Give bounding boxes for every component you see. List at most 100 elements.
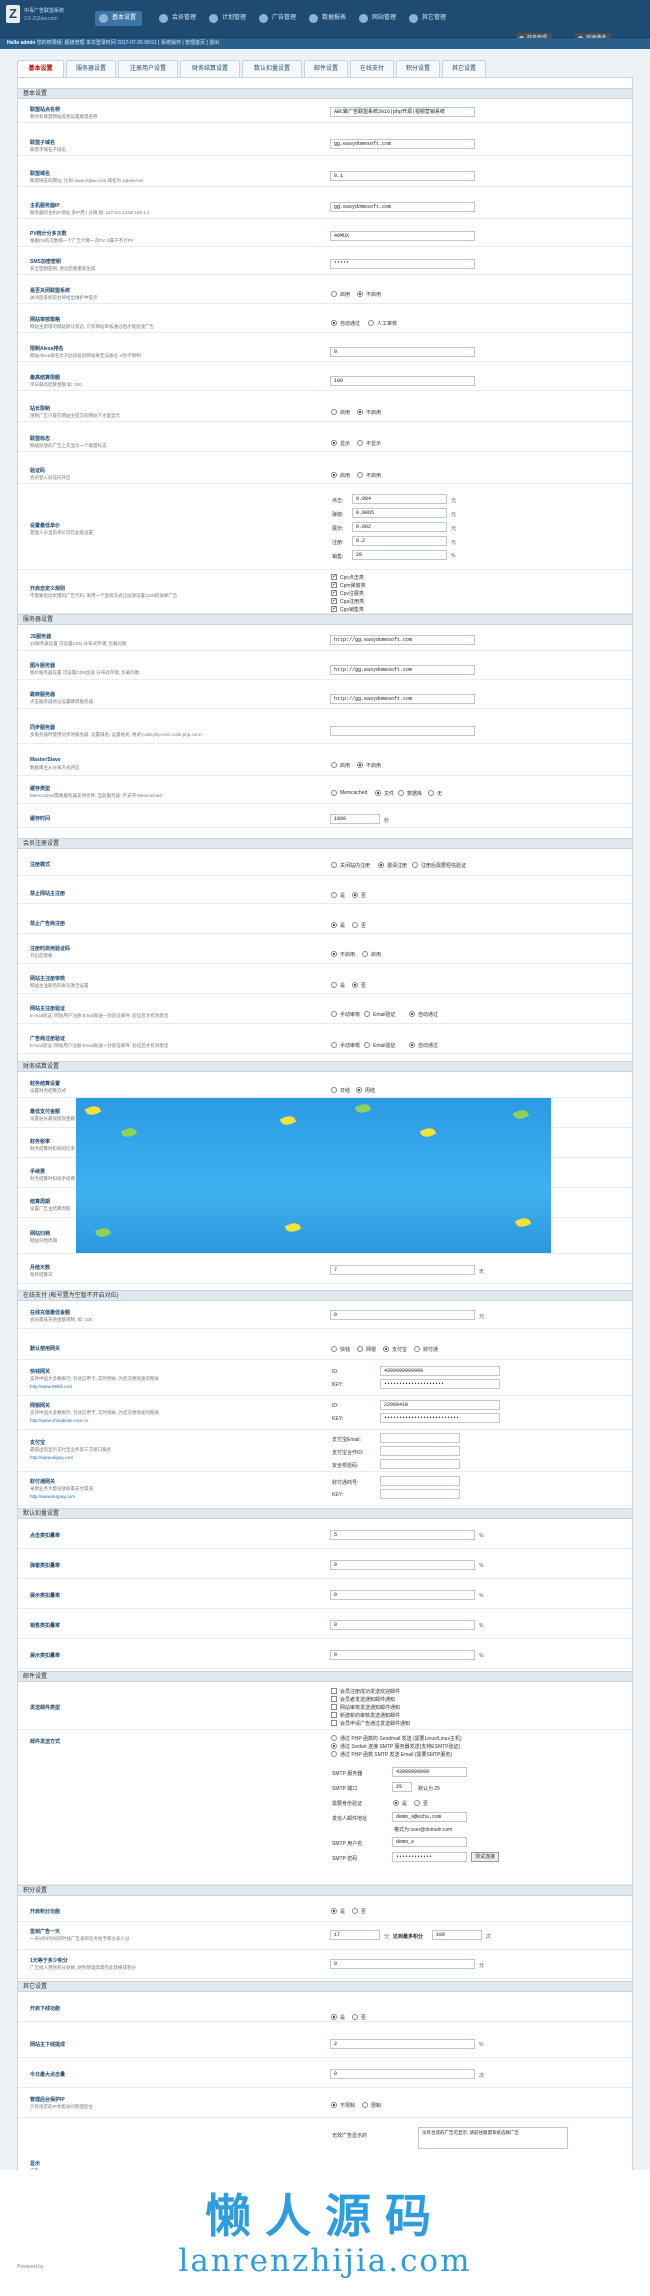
adtype-cpm-checkbox[interactable] — [331, 581, 337, 588]
verify-code-enable-radio[interactable] — [331, 472, 337, 478]
gw-alipay-partner-input[interactable] — [380, 1446, 460, 1456]
site-name-input[interactable]: ABC聚广告联盟系统2016|php开源|视频营销系统 — [330, 107, 475, 117]
tab-deduct[interactable]: 数认扣量设置 — [242, 60, 302, 77]
settle-weekly-radio[interactable] — [356, 1087, 362, 1093]
cache-file-radio[interactable] — [375, 790, 381, 796]
points-yes-radio[interactable] — [331, 1908, 337, 1914]
mail-site-audit-checkbox[interactable] — [331, 1704, 337, 1710]
ssl-key-input[interactable]: ***** — [330, 259, 475, 269]
badge-hide-radio[interactable] — [357, 440, 363, 446]
tab-finance[interactable]: 财务结算设置 — [180, 60, 240, 77]
cache-time-input[interactable]: 1800 — [330, 814, 380, 824]
server-ip-input[interactable]: gg.easydomesoft.com — [330, 202, 475, 212]
settle-daily-radio[interactable] — [331, 1087, 337, 1093]
gw-99bill-radio[interactable] — [331, 1346, 337, 1352]
gw-chinabank-radio[interactable] — [357, 1346, 363, 1352]
domain-input[interactable]: 0.1 — [330, 171, 475, 181]
gw-chinabank-link[interactable]: http://www.chinabank.com.cn — [30, 1418, 88, 1423]
tab-server[interactable]: 服务器设置 — [66, 60, 116, 77]
site-audit-auto-radio[interactable] — [331, 320, 337, 326]
gw-tenpay-key-input[interactable] — [380, 1489, 460, 1499]
pv-input[interactable]: 40MUX — [330, 231, 475, 241]
adv-verify-manual-radio[interactable] — [331, 1042, 337, 1048]
verify-code-disable-radio[interactable] — [357, 472, 363, 478]
mail-ad-apply-checkbox[interactable] — [331, 1720, 337, 1726]
ad-check-disable-radio[interactable] — [357, 409, 363, 415]
cache-none-radio[interactable] — [428, 790, 434, 796]
tab-points[interactable]: 积分设置 — [396, 60, 440, 77]
adtype-cpa-checkbox[interactable] — [331, 597, 337, 604]
gw-alipay-radio[interactable] — [383, 1346, 389, 1352]
nav-basic-settings[interactable]: 基本设置 — [95, 11, 143, 26]
site-close-enable-radio[interactable] — [331, 291, 337, 297]
price-popup-input[interactable]: 0.0065 — [352, 508, 447, 518]
price-sale-input[interactable]: 20 — [352, 550, 447, 560]
gw-tenpay-link[interactable]: http://www.tenpay.com — [30, 1494, 75, 1499]
site-verify-email-radio[interactable] — [364, 1011, 370, 1017]
gw-chinabank-id-input[interactable]: 22060418 — [380, 1400, 500, 1410]
price-register-input[interactable]: 0.2 — [352, 536, 447, 546]
tab-register[interactable]: 注册用户设置 — [118, 60, 178, 77]
gw-alipay-email-input[interactable] — [380, 1433, 460, 1443]
reg-invite-radio[interactable] — [378, 862, 384, 868]
downline-no-radio[interactable] — [352, 2014, 358, 2020]
nav-members[interactable]: 会员管理 — [155, 11, 202, 26]
site-audit-manual-radio[interactable] — [368, 320, 374, 326]
points-no-radio[interactable] — [352, 1908, 358, 1914]
admin-ip-on-radio[interactable] — [362, 2102, 368, 2108]
ad-banner-overlay[interactable] — [76, 1098, 551, 1253]
mail-welcome-checkbox[interactable] — [331, 1688, 337, 1694]
nav-other[interactable]: 其它管理 — [405, 11, 452, 26]
click-server-input[interactable]: http://gg.easydomesoft.com — [330, 694, 475, 704]
gw-99bill-id-input[interactable]: 4399999999999 — [380, 1366, 500, 1376]
min-recharge-input[interactable]: 0 — [330, 1310, 475, 1320]
smtp-auth-no-radio[interactable] — [414, 1800, 420, 1806]
gw-alipay-link[interactable]: http://www.alipay.com — [30, 1455, 73, 1460]
ad-check-enable-radio[interactable] — [331, 409, 337, 415]
gw-tenpay-radio[interactable] — [414, 1346, 420, 1352]
adtype-cpv-checkbox[interactable] — [331, 589, 337, 596]
master-slave-enable-radio[interactable] — [331, 762, 337, 768]
adtype-cpc-checkbox[interactable] — [331, 573, 337, 580]
js-server-input[interactable]: http://gg.easydomesoft.com — [330, 635, 475, 645]
master-slave-disable-radio[interactable] — [357, 762, 363, 768]
test-connection-button[interactable]: 测试连接 — [471, 1852, 500, 1862]
downline-yes-radio[interactable] — [331, 2014, 337, 2020]
mail-notify-checkbox[interactable] — [331, 1696, 337, 1702]
smtp-port-input[interactable]: 25 — [392, 1782, 412, 1792]
site-audit-reg-yes-radio[interactable] — [331, 982, 337, 988]
invalid-ad-textarea[interactable]: 没有合适的广告可显示, 请前往联盟系统选择广告 — [418, 2127, 568, 2149]
gw-alipay-key-input[interactable] — [380, 1459, 460, 1469]
adv-verify-auto-radio[interactable] — [409, 1042, 415, 1048]
downline-rate-input[interactable]: 2 — [330, 2039, 475, 2049]
badge-show-radio[interactable] — [331, 440, 337, 446]
price-click-input[interactable]: 0.004 — [352, 494, 447, 504]
adtype-cps-checkbox[interactable] — [331, 605, 337, 612]
site-audit-reg-no-radio[interactable] — [352, 982, 358, 988]
points-per-day-input[interactable]: 17 — [330, 1930, 380, 1940]
alexa-input[interactable]: 0 — [330, 347, 475, 357]
points-max-input[interactable]: 100 — [432, 1930, 482, 1940]
max-settle-input[interactable]: 100 — [330, 376, 475, 386]
smtp-server-input[interactable]: 43999999999 — [392, 1767, 467, 1777]
gw-99bill-key-input[interactable]: •••••••••••••••••••• — [380, 1379, 500, 1389]
smtp-from-input[interactable]: demo_s@ezhu.com — [392, 1812, 467, 1822]
price-display-input[interactable]: 0.002 — [352, 522, 447, 532]
site-reg-no-radio[interactable] — [352, 892, 358, 898]
adv-reg-no-radio[interactable] — [352, 922, 358, 928]
site-reg-yes-radio[interactable] — [331, 892, 337, 898]
reg-sms-radio[interactable] — [412, 862, 418, 868]
tab-basic[interactable]: 基本设置 — [17, 60, 64, 77]
smtp-user-input[interactable]: demo_s — [392, 1837, 467, 1847]
deduct-click-input[interactable]: 5 — [330, 1530, 475, 1540]
tab-payment[interactable]: 在线支付 — [350, 60, 394, 77]
reg-code-on-radio[interactable] — [362, 951, 368, 957]
nav-sites[interactable]: 网站管理 — [355, 11, 402, 26]
site-close-disable-radio[interactable] — [357, 291, 363, 297]
mail-new-audit-checkbox[interactable] — [331, 1712, 337, 1718]
today-max-input[interactable]: 0 — [330, 2069, 475, 2079]
tab-mail[interactable]: 邮件设置 — [304, 60, 348, 77]
gw-99bill-link[interactable]: http://www.99bill.com — [30, 1384, 72, 1389]
gw-chinabank-key-input[interactable]: ••••••••••••••••••••••••• — [380, 1413, 500, 1423]
smtp-auth-yes-radio[interactable] — [393, 1800, 399, 1806]
